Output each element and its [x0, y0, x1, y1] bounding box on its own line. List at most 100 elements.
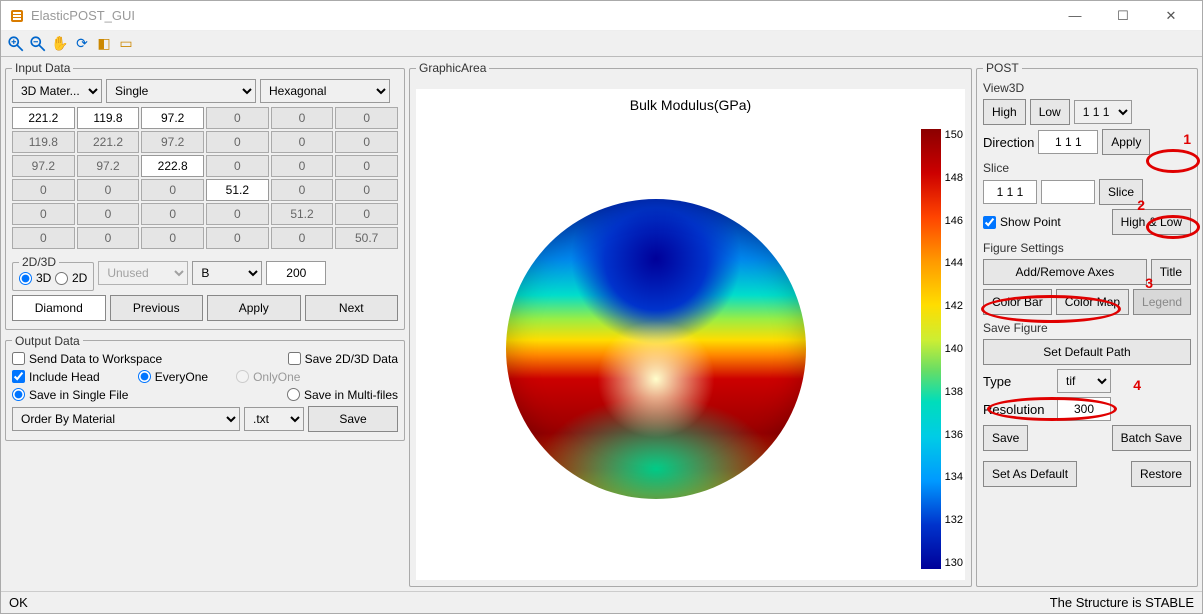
batch-save-button[interactable]: Batch Save: [1112, 425, 1191, 451]
input-legend: Input Data: [12, 61, 73, 75]
matrix-cell-4-4: [271, 203, 334, 225]
matrix-cell-5-1: [77, 227, 140, 249]
matrix-cell-2-2[interactable]: [141, 155, 204, 177]
colorbar-tick: 148: [945, 172, 963, 184]
zoom-in-icon[interactable]: [7, 35, 25, 53]
matrix-cell-0-2[interactable]: [141, 107, 204, 129]
colorbar-tick: 134: [945, 471, 963, 483]
matrix-cell-1-5: [335, 131, 398, 153]
data-cursor-icon[interactable]: ◧: [95, 35, 113, 53]
save-2d3d-check[interactable]: Save 2D/3D Data: [288, 352, 398, 366]
maximize-button[interactable]: ☐: [1100, 2, 1146, 30]
zoom-out-icon[interactable]: [29, 35, 47, 53]
apply-button[interactable]: Apply: [207, 295, 301, 321]
matrix-cell-2-0: [12, 155, 75, 177]
matrix-cell-4-1: [77, 203, 140, 225]
matrix-cell-0-1[interactable]: [77, 107, 140, 129]
multi-files-radio[interactable]: Save in Multi-files: [287, 388, 398, 402]
print-icon[interactable]: ▭: [117, 35, 135, 53]
colorbar-tick: 138: [945, 386, 963, 398]
radio-2d[interactable]: 2D: [55, 271, 87, 285]
mode-select[interactable]: Single: [106, 79, 256, 103]
save-output-button[interactable]: Save: [308, 406, 398, 432]
unused-select: Unused: [98, 261, 188, 285]
colorbar: [921, 129, 941, 569]
rotate-icon[interactable]: ⟳: [73, 35, 91, 53]
property-select[interactable]: B: [192, 261, 262, 285]
show-point-check[interactable]: Show Point: [983, 215, 1061, 229]
stiffness-matrix: [12, 107, 398, 249]
direction-select[interactable]: 1 1 1: [1074, 100, 1132, 124]
slice-input-2[interactable]: [1041, 180, 1095, 204]
savefig-label: Save Figure: [983, 321, 1191, 335]
direction-label: Direction: [983, 135, 1034, 150]
matrix-cell-4-5: [335, 203, 398, 225]
next-button[interactable]: Next: [305, 295, 399, 321]
colorbar-tick: 132: [945, 514, 963, 526]
matrix-cell-5-2: [141, 227, 204, 249]
d23d-group: 2D/3D 3D 2D: [12, 255, 94, 291]
colorbar-tick: 136: [945, 429, 963, 441]
status-bar: OK The Structure is STABLE: [1, 591, 1202, 613]
highlow-button[interactable]: High & Low: [1112, 209, 1191, 235]
graphic-legend: GraphicArea: [416, 61, 489, 75]
send-workspace-check[interactable]: Send Data to Workspace: [12, 352, 162, 366]
low-button[interactable]: Low: [1030, 99, 1070, 125]
pan-icon[interactable]: ✋: [51, 35, 69, 53]
onlyone-radio: OnlyOne: [236, 370, 300, 384]
savefig-button[interactable]: Save: [983, 425, 1028, 451]
single-file-radio[interactable]: Save in Single File: [12, 388, 128, 402]
order-select[interactable]: Order By Material: [12, 407, 240, 431]
high-button[interactable]: High: [983, 99, 1026, 125]
matrix-cell-0-0[interactable]: [12, 107, 75, 129]
npoints-input[interactable]: [266, 261, 326, 285]
diamond-button[interactable]: Diamond: [12, 295, 106, 321]
type-select[interactable]: tif: [1057, 369, 1111, 393]
minimize-button[interactable]: —: [1052, 2, 1098, 30]
title-button[interactable]: Title: [1151, 259, 1191, 285]
matrix-cell-5-5: [335, 227, 398, 249]
slice-label: Slice: [983, 161, 1191, 175]
colorbar-ticks: 150148146144142140138136134132130: [945, 129, 963, 569]
status-left: OK: [9, 595, 28, 610]
apply-direction-button[interactable]: Apply: [1102, 129, 1150, 155]
plot-canvas[interactable]: Bulk Modulus(GPa) 1501481461441421401381…: [416, 89, 965, 580]
view3d-label: View3D: [983, 81, 1191, 95]
matrix-cell-4-2: [141, 203, 204, 225]
colormap-button[interactable]: Color Map: [1056, 289, 1129, 315]
bulk-modulus-surface: [506, 199, 806, 499]
resolution-input[interactable]: [1057, 397, 1111, 421]
close-button[interactable]: ✕: [1148, 2, 1194, 30]
dim-select[interactable]: 3D Mater...: [12, 79, 102, 103]
matrix-cell-3-3[interactable]: [206, 179, 269, 201]
matrix-cell-2-3: [206, 155, 269, 177]
previous-button[interactable]: Previous: [110, 295, 204, 321]
matrix-cell-3-1: [77, 179, 140, 201]
everyone-radio[interactable]: EveryOne: [138, 370, 208, 384]
matrix-cell-4-3: [206, 203, 269, 225]
ext-select[interactable]: .txt: [244, 407, 304, 431]
resolution-label: Resolution: [983, 402, 1053, 417]
restore-button[interactable]: Restore: [1131, 461, 1191, 487]
chart-title: Bulk Modulus(GPa): [630, 97, 751, 113]
colorbar-button[interactable]: Color Bar: [983, 289, 1052, 315]
radio-3d[interactable]: 3D: [19, 271, 51, 285]
matrix-cell-1-1: [77, 131, 140, 153]
set-default-path-button[interactable]: Set Default Path: [983, 339, 1191, 365]
slice-input-1[interactable]: [983, 180, 1037, 204]
matrix-cell-2-4: [271, 155, 334, 177]
axes-button[interactable]: Add/Remove Axes: [983, 259, 1147, 285]
figset-label: Figure Settings: [983, 241, 1191, 255]
graphic-area: GraphicArea Bulk Modulus(GPa) 1501481461…: [409, 61, 972, 587]
set-as-default-button[interactable]: Set As Default: [983, 461, 1077, 487]
input-data-panel: Input Data 3D Mater... Single Hexagonal …: [5, 61, 405, 330]
matrix-cell-5-0: [12, 227, 75, 249]
legend-button: Legend: [1133, 289, 1191, 315]
include-head-check[interactable]: Include Head: [12, 370, 100, 384]
direction-input[interactable]: [1038, 130, 1098, 154]
post-legend: POST: [983, 61, 1022, 75]
slice-button[interactable]: Slice: [1099, 179, 1143, 205]
symmetry-select[interactable]: Hexagonal: [260, 79, 390, 103]
matrix-cell-0-3: [206, 107, 269, 129]
matrix-cell-1-2: [141, 131, 204, 153]
